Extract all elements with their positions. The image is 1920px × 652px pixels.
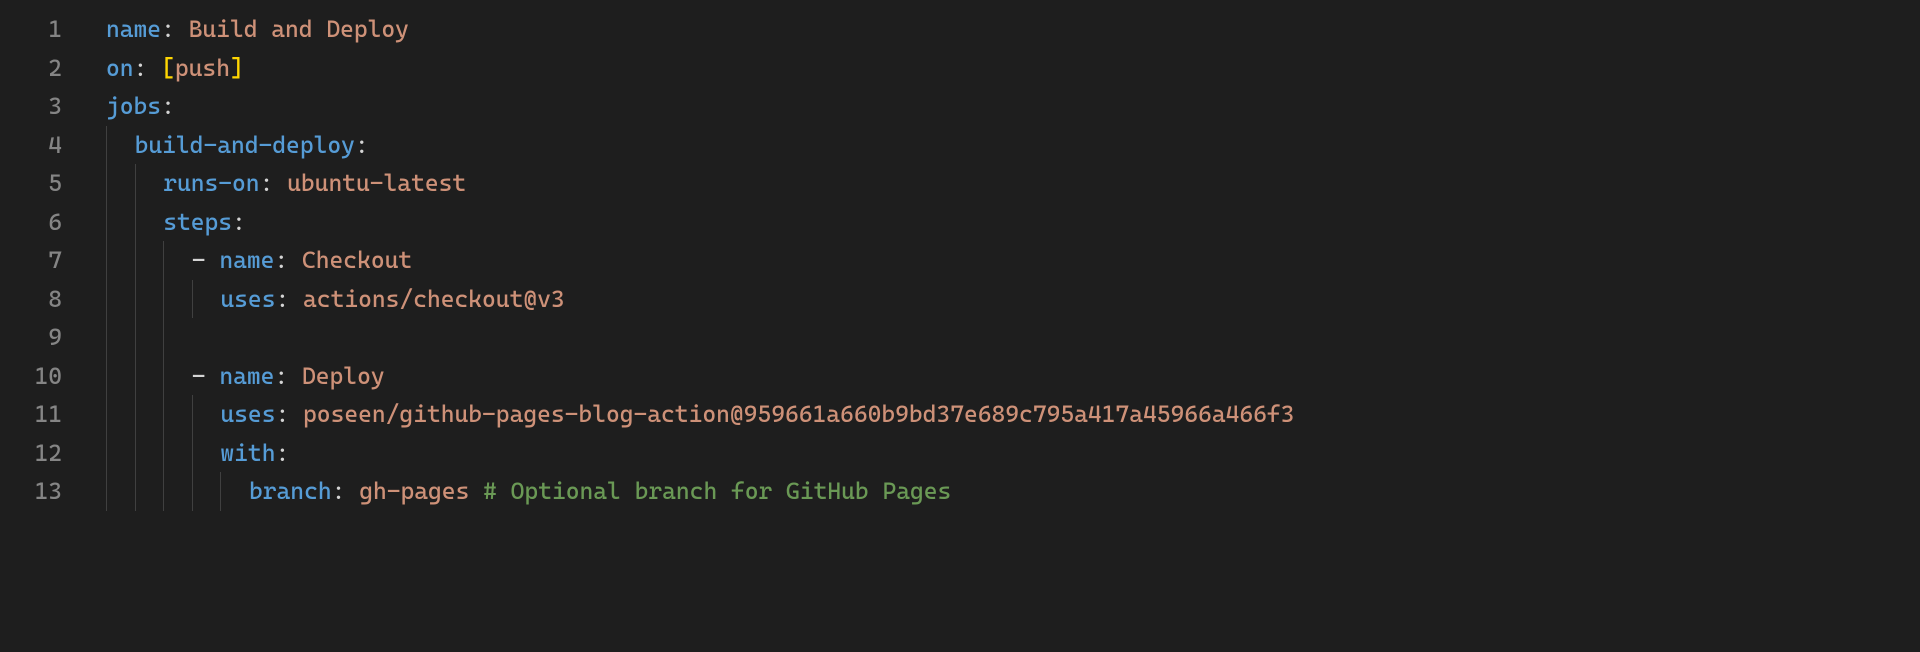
line-content: uses: actions/checkout@v3	[84, 285, 565, 313]
line-content: - name: Checkout	[84, 246, 412, 274]
token-plain	[175, 15, 189, 43]
token-punc: :	[274, 362, 288, 390]
line-number: 9	[0, 318, 62, 357]
token-key: on	[106, 54, 134, 82]
line-number: 8	[0, 280, 62, 319]
line-content: name: Build and Deploy	[84, 15, 409, 43]
token-key: jobs	[106, 92, 161, 120]
token-str: gh-pages	[359, 477, 469, 505]
line-content: - name: Deploy	[84, 362, 385, 390]
token-str: push	[175, 54, 230, 82]
line-number: 6	[0, 203, 62, 242]
token-plain: -	[192, 362, 220, 390]
token-plain	[288, 246, 302, 274]
line-content: uses: poseen/github-pages-blog-action@95…	[84, 400, 1294, 428]
code-line[interactable]: name: Build and Deploy	[84, 10, 1920, 49]
code-line[interactable]: build-and-deploy:	[84, 126, 1920, 165]
token-brack: ]	[230, 54, 244, 82]
line-content: build-and-deploy:	[84, 131, 369, 159]
token-punc: :	[161, 92, 175, 120]
code-editor[interactable]: 12345678910111213 name: Build and Deploy…	[0, 0, 1920, 652]
token-str: Checkout	[302, 246, 412, 274]
line-content: jobs:	[84, 92, 175, 120]
line-number: 12	[0, 434, 62, 473]
code-line[interactable]: jobs:	[84, 87, 1920, 126]
line-content: branch: gh-pages # Optional branch for G…	[84, 477, 951, 505]
line-content: with:	[84, 439, 289, 467]
code-line[interactable]: - name: Checkout	[84, 241, 1920, 280]
token-str: poseen/github-pages-blog-action@959661a6…	[303, 400, 1294, 428]
line-number-gutter: 12345678910111213	[0, 10, 84, 652]
line-content: on: [push]	[84, 54, 244, 82]
token-plain	[273, 169, 287, 197]
token-plain	[289, 400, 303, 428]
token-comment: # Optional branch for GitHub Pages	[483, 477, 951, 505]
code-line[interactable]: on: [push]	[84, 49, 1920, 88]
token-plain	[147, 54, 161, 82]
token-key: with	[220, 439, 275, 467]
token-plain	[469, 477, 483, 505]
line-number: 1	[0, 10, 62, 49]
line-content: steps:	[84, 208, 246, 236]
token-punc: :	[355, 131, 369, 159]
token-key: name	[219, 246, 274, 274]
token-plain	[345, 477, 359, 505]
token-punc: :	[232, 208, 246, 236]
line-number: 3	[0, 87, 62, 126]
code-line[interactable]: uses: actions/checkout@v3	[84, 280, 1920, 319]
token-str: Deploy	[302, 362, 385, 390]
token-key: build-and-deploy	[135, 131, 355, 159]
token-punc: :	[275, 439, 289, 467]
token-key: steps	[163, 208, 232, 236]
token-punc: :	[275, 285, 289, 313]
token-key: uses	[220, 285, 275, 313]
token-plain	[289, 285, 303, 313]
indent-guide	[135, 318, 136, 357]
token-punc: :	[332, 477, 346, 505]
line-number: 7	[0, 241, 62, 280]
token-plain: -	[192, 246, 220, 274]
line-content: runs-on: ubuntu-latest	[84, 169, 466, 197]
line-number: 4	[0, 126, 62, 165]
code-line[interactable]: runs-on: ubuntu-latest	[84, 164, 1920, 203]
line-number: 10	[0, 357, 62, 396]
code-line[interactable]: steps:	[84, 203, 1920, 242]
line-number: 2	[0, 49, 62, 88]
token-punc: :	[274, 246, 288, 274]
token-str: actions/checkout@v3	[303, 285, 565, 313]
token-plain	[288, 362, 302, 390]
token-key: name	[106, 15, 161, 43]
code-line[interactable]: uses: poseen/github-pages-blog-action@95…	[84, 395, 1920, 434]
code-line[interactable]	[84, 318, 1920, 357]
line-content	[84, 323, 106, 351]
code-line[interactable]: - name: Deploy	[84, 357, 1920, 396]
line-number: 11	[0, 395, 62, 434]
token-punc: :	[275, 400, 289, 428]
token-key: runs-on	[163, 169, 259, 197]
token-punc: :	[134, 54, 148, 82]
code-line[interactable]: branch: gh-pages # Optional branch for G…	[84, 472, 1920, 511]
line-number: 13	[0, 472, 62, 511]
token-punc: :	[260, 169, 274, 197]
indent-guide	[163, 318, 164, 357]
line-number: 5	[0, 164, 62, 203]
code-line[interactable]: with:	[84, 434, 1920, 473]
token-key: branch	[249, 477, 332, 505]
token-punc: :	[161, 15, 175, 43]
code-area[interactable]: name: Build and Deployon: [push]jobs:bui…	[84, 10, 1920, 652]
token-str: ubuntu-latest	[287, 169, 466, 197]
indent-guide	[106, 318, 107, 357]
token-brack: [	[161, 54, 175, 82]
token-str: Build and Deploy	[189, 15, 409, 43]
token-key: name	[219, 362, 274, 390]
token-key: uses	[220, 400, 275, 428]
